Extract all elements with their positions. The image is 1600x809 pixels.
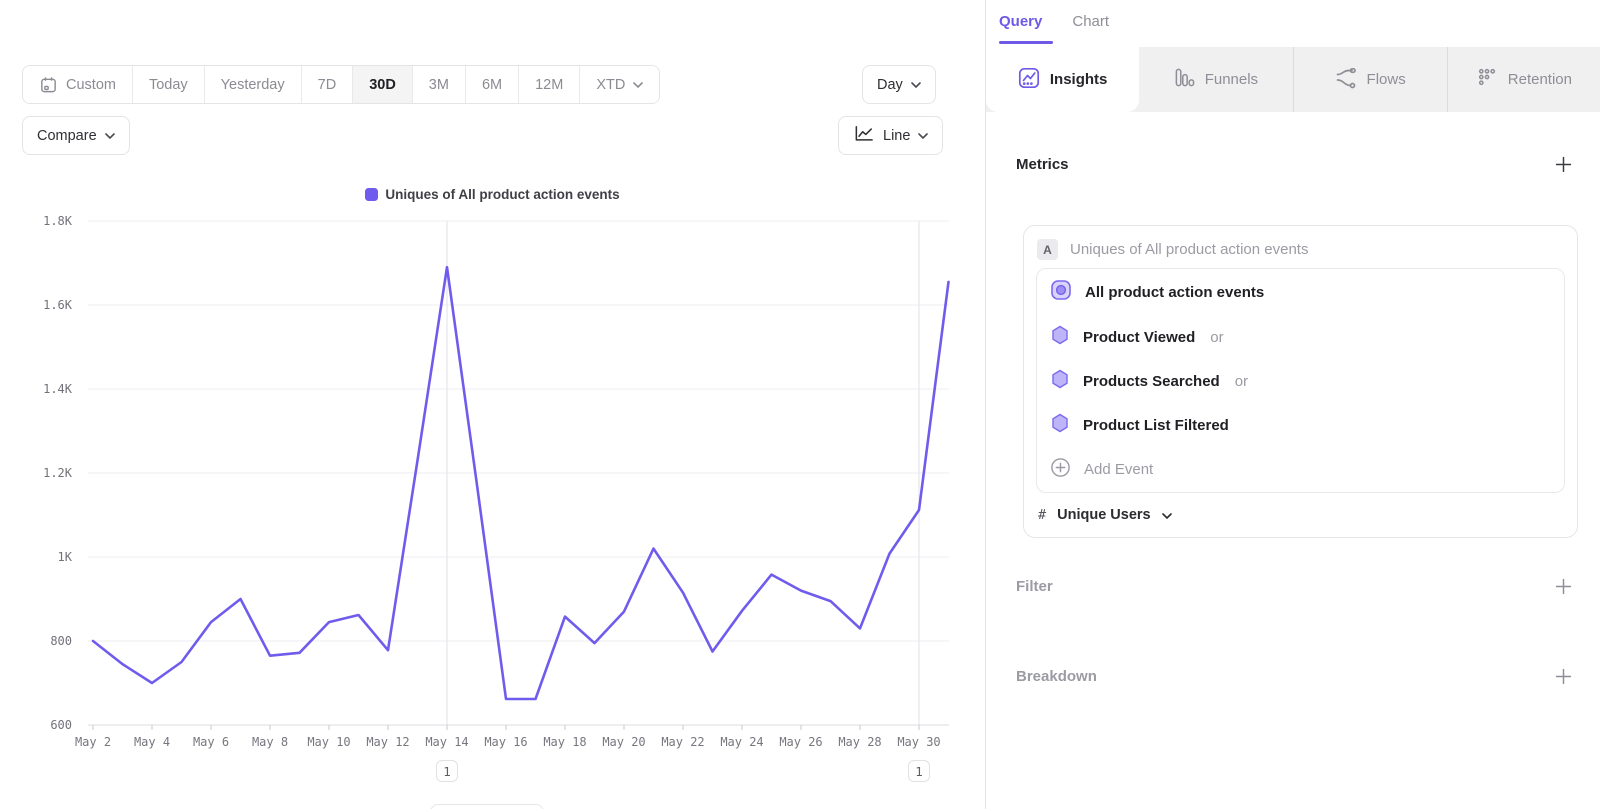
- x-axis-label: May 28: [838, 735, 881, 749]
- partial-popover: [430, 804, 544, 809]
- breakdown-header: Breakdown: [1016, 668, 1572, 685]
- annotation-badge[interactable]: 1: [436, 760, 458, 782]
- x-axis-label: May 18: [543, 735, 586, 749]
- tab-chart[interactable]: Chart: [1072, 13, 1109, 30]
- tab-insights[interactable]: Insights: [986, 47, 1139, 112]
- x-axis-label: May 4: [134, 735, 170, 749]
- active-tab-underline: [999, 41, 1053, 44]
- metrics-header: Metrics: [1016, 156, 1572, 173]
- metric-letter-badge: A: [1037, 239, 1058, 260]
- x-axis-label: May 6: [193, 735, 229, 749]
- x-axis-label: May 2: [75, 735, 111, 749]
- chevron-down-icon: [1162, 513, 1172, 519]
- series-line[interactable]: [93, 267, 949, 699]
- view-tabs: Query Chart: [999, 13, 1109, 30]
- aggregation-dropdown[interactable]: # Unique Users: [1024, 493, 1577, 537]
- hash-icon: #: [1038, 507, 1046, 523]
- breakdown-title: Breakdown: [1016, 668, 1097, 685]
- insights-report-page: Custom Today Yesterday 7D 30D 3M 6M 12M …: [0, 0, 1600, 809]
- event-hexagon-icon: [1050, 369, 1070, 394]
- report-type-tabbar: Insights Funnels: [986, 47, 1600, 112]
- custom-event-icon: [1050, 279, 1072, 306]
- metric-card: A Uniques of All product action events A…: [1023, 225, 1578, 538]
- y-axis-label: 1.6K: [43, 298, 73, 312]
- chart-panel: Custom Today Yesterday 7D 30D 3M 6M 12M …: [0, 0, 985, 809]
- y-axis-label: 1K: [58, 550, 73, 564]
- x-axis-label: May 8: [252, 735, 288, 749]
- tab-retention[interactable]: Retention: [1447, 47, 1600, 112]
- x-axis-label: May 12: [366, 735, 409, 749]
- add-filter-button[interactable]: [1555, 578, 1572, 595]
- tab-flows[interactable]: Flows: [1293, 47, 1447, 112]
- insights-icon: [1018, 67, 1040, 93]
- y-axis-label: 1.8K: [43, 214, 73, 228]
- x-axis-label: May 10: [307, 735, 350, 749]
- annotation-badge[interactable]: 1: [908, 760, 930, 782]
- y-axis-label: 800: [50, 634, 72, 648]
- y-axis-label: 1.2K: [43, 466, 73, 480]
- filter-header: Filter: [1016, 578, 1572, 595]
- x-axis-label: May 22: [661, 735, 704, 749]
- event-hexagon-icon: [1050, 413, 1070, 438]
- add-metric-button[interactable]: [1555, 156, 1572, 173]
- circle-plus-icon: [1050, 457, 1071, 483]
- event-row-all-product-action-events[interactable]: All product action events: [1037, 269, 1564, 315]
- event-row-product-viewed[interactable]: Product Viewed or: [1037, 315, 1564, 359]
- metrics-title: Metrics: [1016, 156, 1069, 173]
- y-axis-label: 1.4K: [43, 382, 73, 396]
- filter-title: Filter: [1016, 578, 1053, 595]
- add-event-button[interactable]: Add Event: [1037, 447, 1564, 492]
- tab-funnels[interactable]: Funnels: [1139, 47, 1292, 112]
- retention-icon: [1477, 67, 1498, 92]
- funnels-icon: [1174, 67, 1195, 92]
- event-row-products-searched[interactable]: Products Searched or: [1037, 359, 1564, 403]
- x-axis-label: May 20: [602, 735, 645, 749]
- add-breakdown-button[interactable]: [1555, 668, 1572, 685]
- flows-icon: [1335, 67, 1357, 93]
- metric-name: Uniques of All product action events: [1070, 241, 1308, 258]
- x-axis-label: May 30: [897, 735, 940, 749]
- y-axis-label: 600: [50, 718, 72, 732]
- query-panel: Query Chart Insights: [985, 0, 1600, 809]
- x-axis-label: May 16: [484, 735, 527, 749]
- x-axis-label: May 14: [425, 735, 468, 749]
- event-hexagon-icon: [1050, 325, 1070, 350]
- x-axis-label: May 26: [779, 735, 822, 749]
- events-list: All product action events Product Viewed…: [1036, 268, 1565, 493]
- line-chart-canvas[interactable]: 1.8K 1.6K 1.4K 1.2K 1K 800 600May 2 May 4 May 6 M…: [0, 0, 985, 809]
- x-axis-label: May 24: [720, 735, 763, 749]
- event-row-product-list-filtered[interactable]: Product List Filtered: [1037, 403, 1564, 447]
- metric-summary-row[interactable]: A Uniques of All product action events: [1024, 226, 1577, 268]
- tab-query[interactable]: Query: [999, 13, 1042, 30]
